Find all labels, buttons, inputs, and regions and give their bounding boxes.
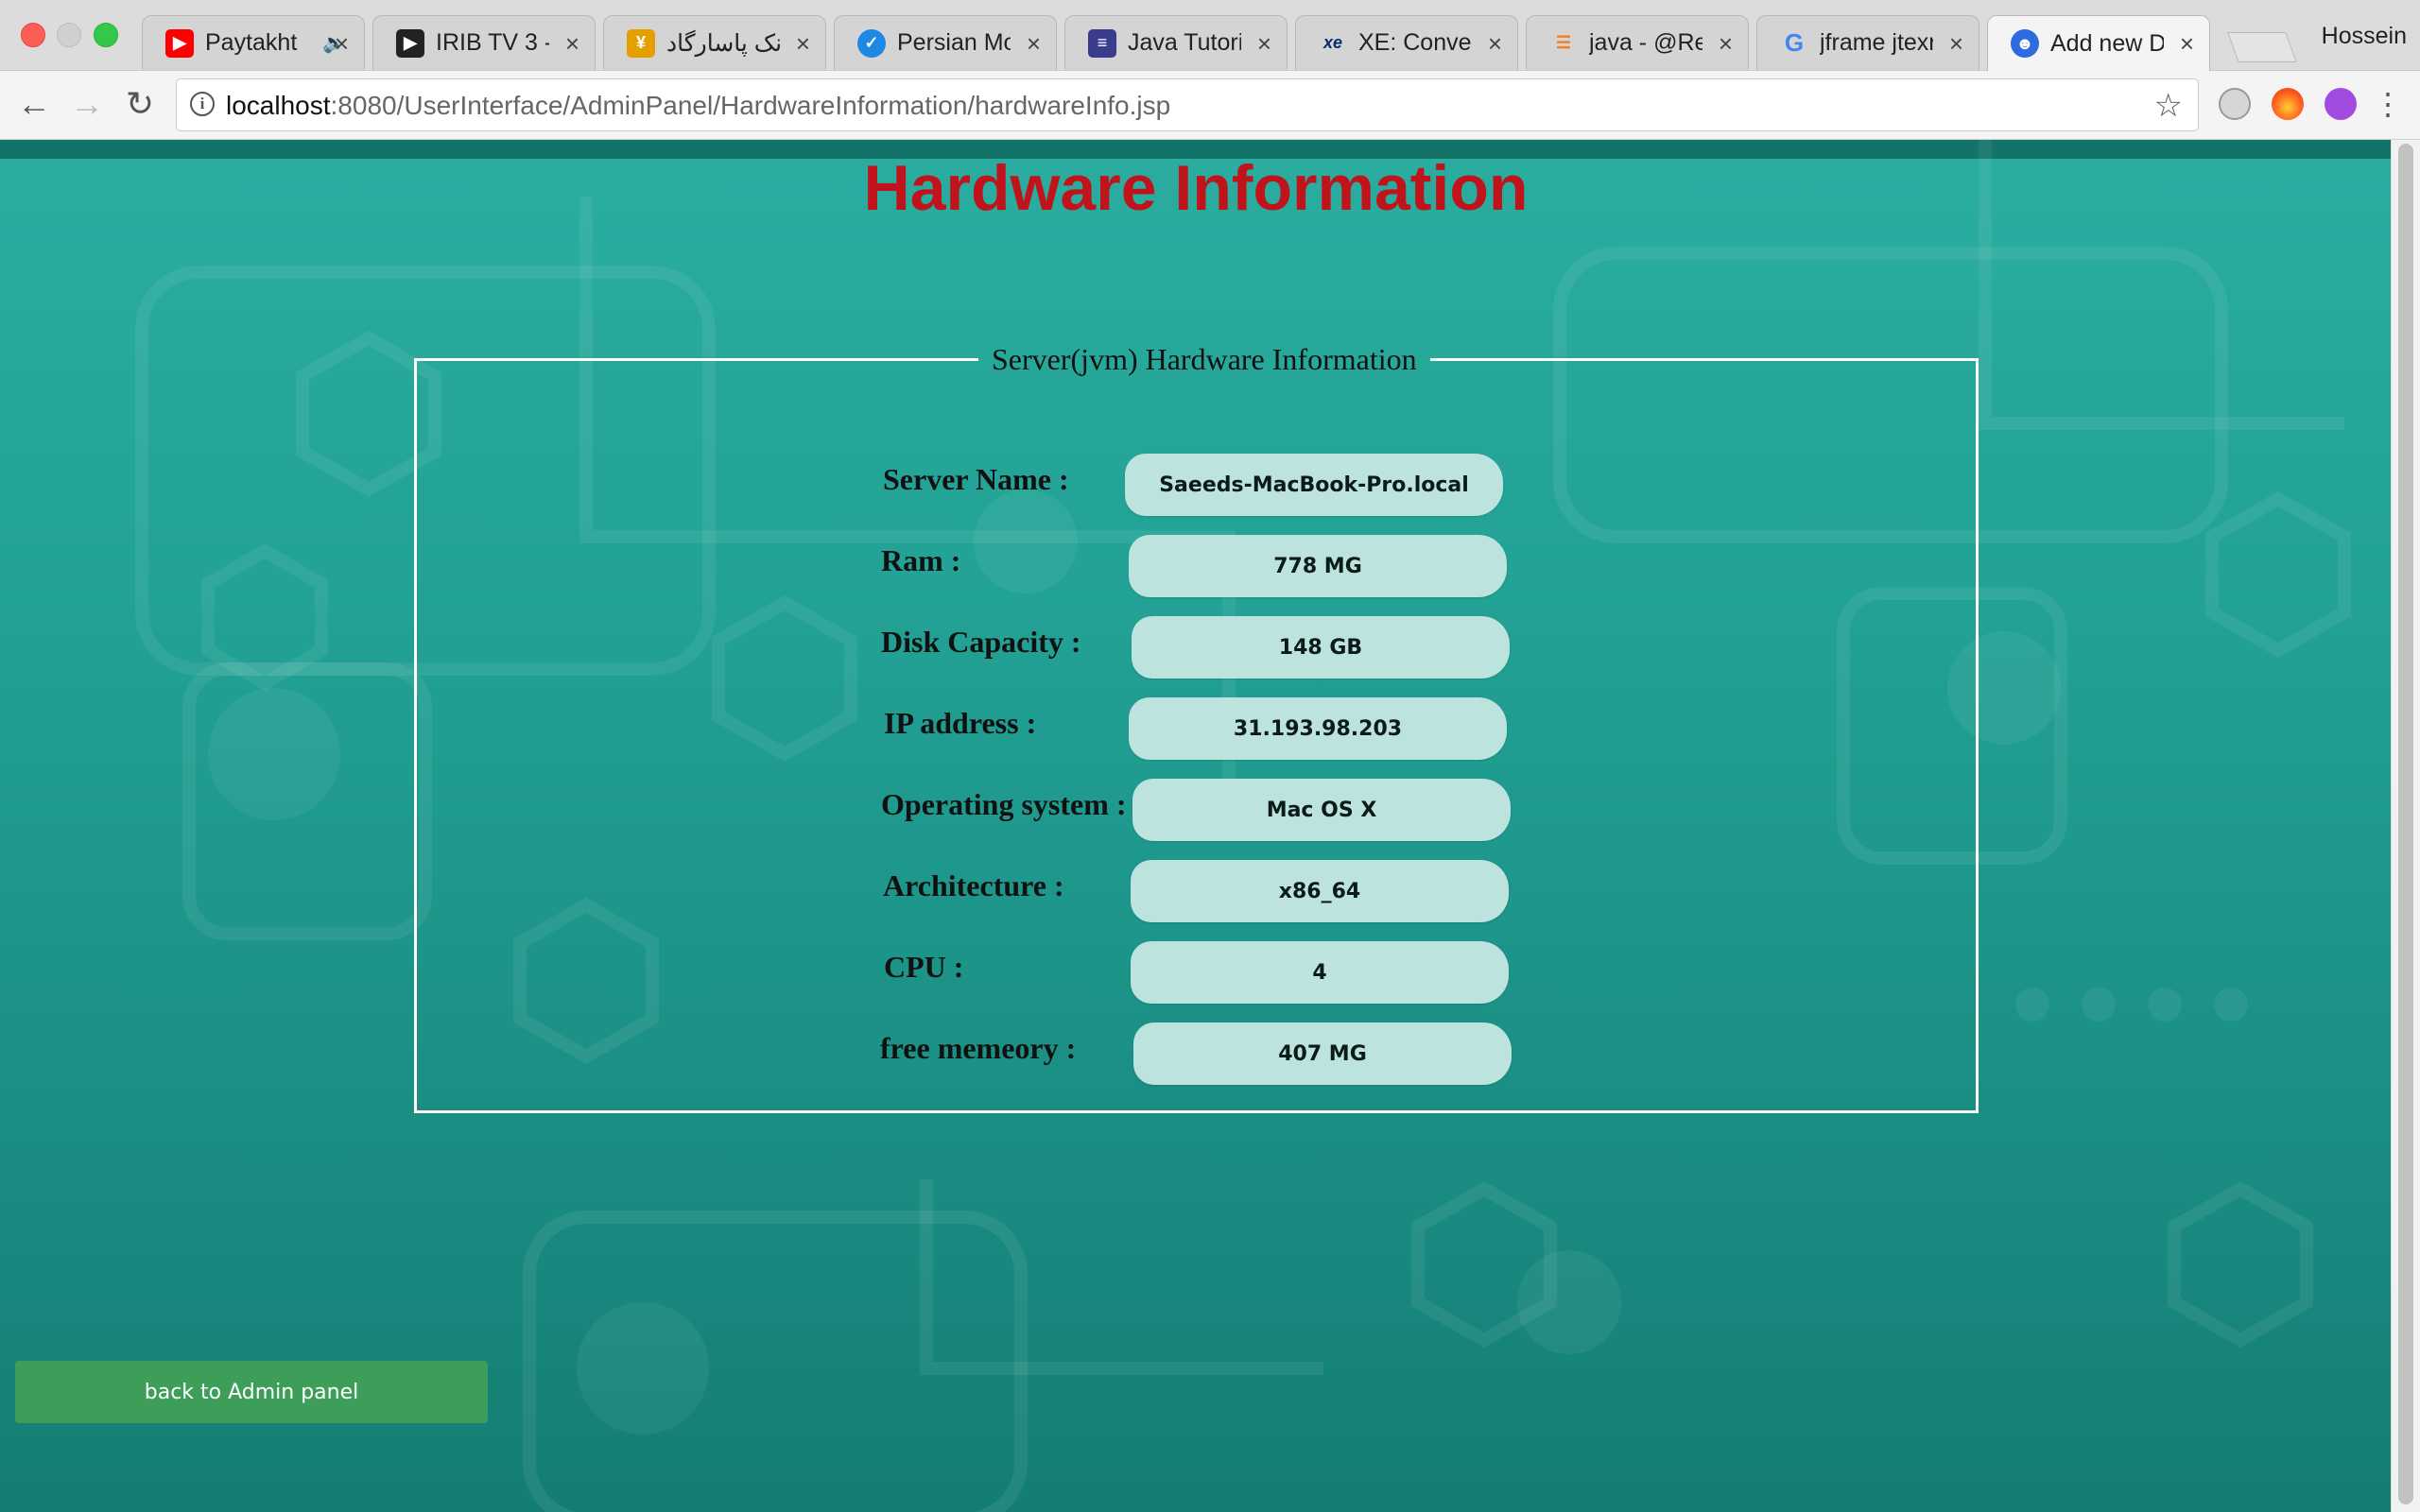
tab-irib-tv3[interactable]: ▶ IRIB TV 3 - × (372, 15, 596, 70)
tab-java-tutorial[interactable]: ≡ Java Tutoria × (1064, 15, 1288, 70)
tab-add-new-device[interactable]: ☻ Add new De × (1987, 15, 2210, 71)
minimize-window-button[interactable] (57, 23, 81, 47)
play-icon: ▶ (396, 28, 424, 58)
globe-icon: ✓ (857, 28, 886, 58)
tab-xe-convert[interactable]: xe XE: Convert × (1295, 15, 1518, 70)
close-tab-icon[interactable]: × (1488, 29, 1502, 59)
architecture-label: Architecture : (883, 868, 1064, 902)
scrollbar-thumb[interactable] (2398, 144, 2413, 1504)
tab-title: Add new De (2050, 29, 2164, 57)
ip-address-label: IP address : (884, 706, 1037, 740)
new-tab-button[interactable] (2227, 32, 2297, 62)
tab-google-jframe[interactable]: G jframe jtexr × (1756, 15, 1979, 70)
reload-icon[interactable]: ↻ (119, 84, 161, 124)
close-tab-icon[interactable]: × (1027, 29, 1041, 59)
tab-bank-pasargad[interactable]: ¥ بانک پاسارگاد :: × (603, 15, 826, 70)
code-icon: ≡ (1088, 28, 1116, 58)
maximize-window-button[interactable] (94, 23, 118, 47)
stackoverflow-icon: ☰ (1555, 33, 1572, 52)
purple-extension-icon[interactable] (2325, 88, 2357, 120)
page-title: Hardware Information (863, 152, 1529, 224)
cpu-label: CPU : (884, 950, 964, 984)
google-icon: G (1784, 28, 1805, 57)
server-name-value: Saeeds-MacBook-Pro.local (1125, 454, 1503, 516)
ram-value: 778 MG (1129, 535, 1507, 597)
address-bar[interactable]: i localhost:8080/UserInterface/AdminPane… (176, 78, 2199, 131)
close-tab-icon[interactable]: × (1949, 29, 1963, 59)
ram-label: Ram : (881, 543, 961, 577)
close-tab-icon[interactable]: × (335, 29, 349, 59)
profile-name[interactable]: Hossein (2322, 23, 2407, 50)
bookmark-star-icon[interactable]: ☆ (2154, 87, 2183, 125)
close-tab-icon[interactable]: × (1719, 29, 1733, 59)
tab-title: بانک پاسارگاد :: (666, 29, 780, 57)
free-memory-label: free memeory : (880, 1031, 1077, 1065)
free-memory-value: 407 MG (1133, 1022, 1512, 1085)
tab-persian-movies[interactable]: ✓ Persian Mov × (834, 15, 1057, 70)
tab-title: java - @Req (1589, 29, 1703, 56)
page-viewport: Hardware Information Server(jvm) Hardwar… (0, 140, 2420, 1512)
tab-strip: ▶ Paytakht 🔈 × ▶ IRIB TV 3 - × ¥ بانک پا… (142, 15, 2259, 71)
bank-icon: ¥ (627, 28, 655, 58)
tab-title: Java Tutoria (1128, 29, 1241, 56)
operating-system-label: Operating system : (881, 787, 1127, 821)
hardware-info-box: Server(jvm) Hardware Information Server … (414, 342, 1979, 1113)
fire-extension-icon[interactable] (2272, 88, 2304, 120)
close-tab-icon[interactable]: × (1257, 29, 1271, 59)
url-text[interactable]: localhost:8080/UserInterface/AdminPanel/… (226, 91, 1170, 121)
tab-title: Paytakht (205, 29, 298, 56)
back-to-admin-panel-button[interactable]: back to Admin panel (15, 1361, 488, 1423)
vertical-scrollbar[interactable] (2391, 140, 2420, 1512)
url-host: localhost (226, 91, 331, 120)
info-icon[interactable]: i (190, 92, 215, 116)
forward-arrow-icon[interactable]: → (66, 84, 108, 124)
tab-stackoverflow-java[interactable]: ☰ java - @Req × (1526, 15, 1749, 70)
browser-tab-bar: ▶ Paytakht 🔈 × ▶ IRIB TV 3 - × ¥ بانک پا… (0, 0, 2420, 71)
disk-capacity-label: Disk Capacity : (881, 625, 1081, 659)
server-name-label: Server Name : (883, 462, 1069, 496)
ip-address-value: 31.193.98.203 (1129, 697, 1507, 760)
disk-capacity-value: 148 GB (1132, 616, 1510, 679)
tab-title: XE: Convert (1358, 29, 1472, 56)
globe-extension-icon[interactable] (2219, 88, 2251, 120)
close-tab-icon[interactable]: × (565, 29, 579, 59)
tab-title: jframe jtexr (1820, 29, 1933, 56)
url-path: :8080/UserInterface/AdminPanel/HardwareI… (330, 91, 1171, 120)
cpu-value: 4 (1131, 941, 1509, 1004)
hardware-box-legend: Server(jvm) Hardware Information (992, 342, 1417, 376)
back-arrow-icon[interactable]: ← (13, 84, 55, 124)
tab-paytakht[interactable]: ▶ Paytakht 🔈 × (142, 15, 365, 70)
close-window-button[interactable] (21, 23, 45, 47)
operating-system-value: Mac OS X (1132, 779, 1511, 841)
browser-toolbar: ← → ↻ i localhost:8080/UserInterface/Adm… (0, 71, 2420, 140)
close-tab-icon[interactable]: × (796, 29, 810, 59)
user-icon: ☻ (2011, 29, 2039, 58)
menu-kebab-icon[interactable]: ⋮ (2367, 86, 2409, 122)
architecture-value: x86_64 (1131, 860, 1509, 922)
tab-title: IRIB TV 3 - (436, 29, 549, 56)
close-tab-icon[interactable]: × (2180, 29, 2194, 59)
youtube-icon: ▶ (165, 28, 194, 58)
xe-icon: xe (1322, 33, 1343, 52)
tab-title: Persian Mov (897, 29, 1011, 56)
